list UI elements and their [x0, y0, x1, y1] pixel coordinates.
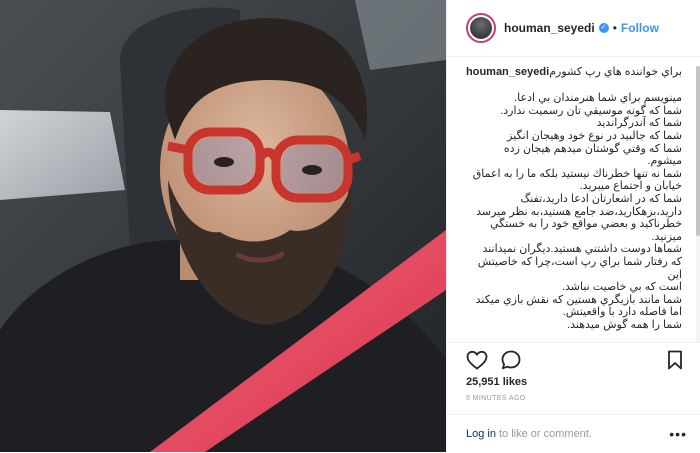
login-prompt: Log in to like or comment. •••: [447, 414, 700, 453]
caption-line: مينويسم براي شما هنرمندان بي ادعا.: [514, 92, 682, 105]
caption-line: شما كه آندرگرانديد: [596, 117, 682, 130]
caption-line: كه رفتار شما براي رپ است،چرا كه خاصيتش ا…: [477, 255, 682, 281]
avatar-image: [470, 17, 492, 39]
caption-scrollbar-thumb[interactable]: [696, 66, 700, 236]
caption-line: شما كه جالبيد در نوع خود وهيجان انگيز: [507, 129, 682, 142]
verified-badge-icon: ✓: [598, 23, 609, 33]
follow-button[interactable]: Follow: [621, 21, 659, 35]
caption-line: شماها دوست داشتني هستيد.ديگران نميدانند: [482, 243, 682, 256]
instagram-post: houman_seyedi ✓ • Follow houman_seyedi ب…: [0, 0, 700, 452]
heart-icon[interactable]: [465, 348, 489, 372]
login-prompt-text: to like or comment.: [498, 428, 592, 440]
caption-line: است كه بي خاصيت نباشد.: [561, 281, 682, 294]
caption-line: خيابان و اجتماع ميبريد.: [579, 180, 682, 193]
caption-line: شما مانند بازيگري هستين كه نقش بازي ميكن…: [475, 293, 682, 306]
caption-line: داريد،بزهكاريد،ضد جامع هستيد،به نظر ميرس…: [476, 205, 682, 218]
post-actions: [447, 342, 700, 377]
login-link[interactable]: Log in: [466, 428, 496, 440]
post-side-panel: houman_seyedi ✓ • Follow houman_seyedi ب…: [446, 0, 700, 452]
username-link[interactable]: houman_seyedi: [504, 21, 595, 35]
caption-line: شما كه وقتي گوشتان ميدهم هيجان زده: [503, 142, 682, 155]
selfie-illustration: [0, 0, 446, 452]
caption-line: شما كه گونه موسيقي تان رسميت ندارد.: [500, 104, 682, 117]
caption-line: شما نه تنها خطرناك نيستيد بلكه ما را به …: [472, 167, 682, 180]
caption-line: اما فاصله دارد با واقعيتش.: [562, 306, 682, 319]
bookmark-icon[interactable]: [663, 348, 687, 372]
caption-line: ميزنيد.: [651, 230, 683, 243]
caption-line: ميشوم.: [647, 155, 682, 168]
caption-author-link[interactable]: houman_seyedi: [466, 66, 549, 78]
caption-line: شما را همه گوش ميدهند.: [567, 318, 682, 331]
post-header: houman_seyedi ✓ • Follow: [447, 0, 700, 57]
post-timestamp[interactable]: 9 MINUTES AGO: [466, 395, 526, 402]
post-photo[interactable]: [0, 0, 446, 452]
more-options-icon[interactable]: •••: [669, 426, 687, 442]
separator-dot: •: [612, 21, 617, 35]
caption-line: شما كه در اشعارتان ادعا داريد،تفنگ: [520, 192, 682, 205]
likes-count[interactable]: 25,951 likes: [466, 376, 527, 388]
avatar[interactable]: [466, 13, 496, 43]
caption-scrollbar[interactable]: [696, 66, 700, 342]
post-caption: houman_seyedi براي خواننده هاي رپ كشورم …: [466, 66, 682, 342]
caption-line: خطرناكيد و بعضي مواقع خود را به خستگي: [489, 218, 682, 231]
comment-icon[interactable]: [499, 348, 523, 372]
